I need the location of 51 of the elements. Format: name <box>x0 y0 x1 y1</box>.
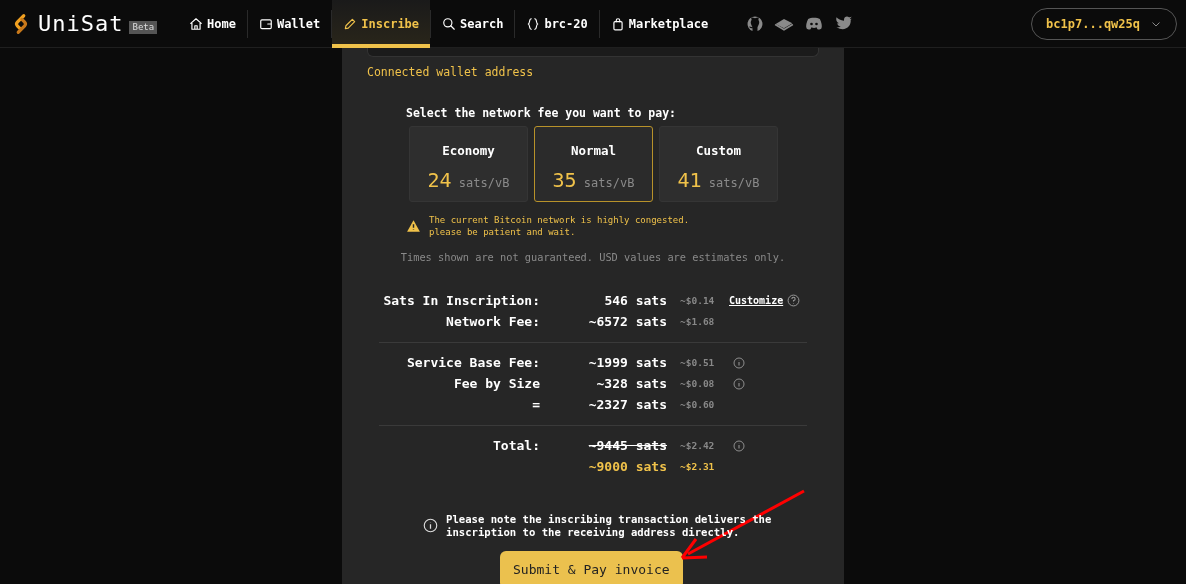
info-icon[interactable] <box>733 377 745 390</box>
info-icon[interactable] <box>733 439 745 452</box>
fee-label: Fee by Size <box>452 375 540 394</box>
info-icon <box>423 518 438 534</box>
fee-prompt: Select the network fee you want to pay: <box>406 105 678 123</box>
sats-amount: ~328 sats <box>595 375 667 394</box>
usd-amount: ~$2.31 <box>680 460 715 472</box>
help-icon[interactable] <box>787 294 801 308</box>
sats-amount: 546 sats <box>603 292 667 311</box>
wallet-button[interactable]: bc1p7...qw25q <box>1031 7 1177 40</box>
search-icon <box>442 16 457 31</box>
sats-amount: ~9000 sats <box>587 458 667 477</box>
fee-label: Sats In Inscription: <box>382 292 540 311</box>
usd-amount: ~$2.42 <box>680 439 715 451</box>
fee-option[interactable]: Normal 35 sats/vB <box>534 125 653 202</box>
nav-tab[interactable]: Marketplace <box>599 0 720 48</box>
fee-label: Total: <box>492 437 540 456</box>
field-hint: Connected wallet address <box>367 64 535 81</box>
home-icon <box>189 16 203 31</box>
sats-amount: ~9445 sats <box>587 437 667 456</box>
info-icon[interactable] <box>733 356 745 369</box>
braces-icon <box>526 16 541 31</box>
nav-tab[interactable]: Wallet <box>247 0 332 48</box>
sats-amount: ~2327 sats <box>587 396 667 415</box>
customize-link[interactable]: Customize <box>729 293 784 309</box>
nav-tab[interactable]: Search <box>431 0 515 48</box>
congestion-warning: The current Bitcoin network is highly congested. please be patient and wait. <box>429 213 690 238</box>
usd-amount: ~$0.60 <box>680 398 715 410</box>
beta-badge: Beta <box>129 21 158 34</box>
logo-text: UniSat <box>38 10 124 38</box>
address-field[interactable] <box>367 48 819 57</box>
nav-tab[interactable]: Home <box>178 0 247 48</box>
fee-label: = <box>531 396 540 415</box>
pencil-icon <box>343 16 358 31</box>
sats-amount: ~1999 sats <box>587 354 667 373</box>
nav-tab[interactable]: brc-20 <box>515 0 599 48</box>
fee-option[interactable]: Economy 24 sats/vB <box>409 125 528 202</box>
nav-tab[interactable]: Inscribe <box>332 0 431 48</box>
warning-icon <box>406 218 421 233</box>
fee-label: Service Base Fee: <box>405 354 540 373</box>
wallet-icon <box>258 16 273 31</box>
submit-button[interactable]: Submit & Pay invoice <box>500 550 683 584</box>
fee-label: Network Fee: <box>445 313 540 332</box>
usd-amount: ~$1.68 <box>680 315 715 327</box>
fee-option[interactable]: Custom 41 sats/vB <box>659 125 778 202</box>
disclaimer-text: Times shown are not guaranteed. USD values are estimates only. <box>399 249 787 265</box>
usd-amount: ~$0.08 <box>680 377 715 389</box>
usd-amount: ~$0.14 <box>680 294 715 306</box>
sats-amount: ~6572 sats <box>587 313 667 332</box>
bag-icon <box>610 16 625 31</box>
usd-amount: ~$0.51 <box>680 356 715 368</box>
